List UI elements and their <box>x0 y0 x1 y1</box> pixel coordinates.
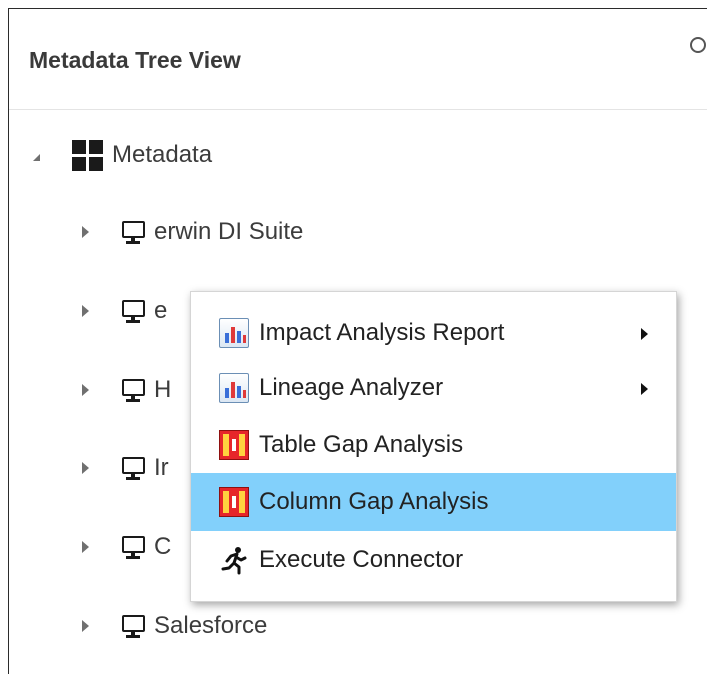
panel-title: Metadata Tree View <box>29 47 241 73</box>
grid-icon <box>72 139 103 171</box>
gap-analysis-icon <box>219 430 249 460</box>
menu-item-impact-analysis-report[interactable]: Impact Analysis Report <box>191 304 676 362</box>
menu-item-label: Impact Analysis Report <box>259 319 505 346</box>
tree-node-item[interactable]: H <box>82 370 171 410</box>
monitor-icon <box>121 455 147 481</box>
tree-node-label: erwin DI Suite <box>154 218 304 245</box>
tree-node-item[interactable]: C <box>82 527 171 567</box>
panel-header: Metadata Tree View <box>9 9 707 110</box>
refresh-icon[interactable] <box>690 37 706 53</box>
expand-arrow-icon[interactable] <box>82 541 89 553</box>
menu-item-label: Lineage Analyzer <box>259 374 444 401</box>
menu-item-execute-connector[interactable]: Execute Connector <box>191 531 676 589</box>
menu-item-table-gap-analysis[interactable]: Table Gap Analysis <box>191 416 676 474</box>
context-menu: Impact Analysis Report Lineage Analyzer … <box>190 291 677 602</box>
menu-item-label: Execute Connector <box>259 546 464 573</box>
run-icon <box>219 545 249 575</box>
tree-node-erwin-di-suite[interactable]: erwin DI Suite <box>82 212 303 252</box>
expand-arrow-icon[interactable] <box>82 620 89 632</box>
tree-node-label: H <box>154 376 172 403</box>
expand-arrow-icon[interactable] <box>82 305 89 317</box>
tree-node-label: C <box>154 533 172 560</box>
tree-node-label: Metadata <box>112 141 213 168</box>
tree-node-item[interactable]: Ir <box>82 448 169 488</box>
collapse-arrow-icon[interactable] <box>33 153 40 161</box>
report-chart-icon <box>219 318 249 348</box>
menu-item-label: Table Gap Analysis <box>259 431 464 458</box>
tree-node-label: Ir <box>154 454 169 481</box>
monitor-icon <box>121 534 147 560</box>
menu-item-lineage-analyzer[interactable]: Lineage Analyzer <box>191 359 676 417</box>
submenu-arrow-icon <box>641 383 648 395</box>
monitor-icon <box>121 613 147 639</box>
monitor-icon <box>121 219 147 245</box>
monitor-icon <box>121 377 147 403</box>
report-chart-icon <box>219 373 249 403</box>
expand-arrow-icon[interactable] <box>82 384 89 396</box>
submenu-arrow-icon <box>641 328 648 340</box>
tree-node-label: e <box>154 297 168 324</box>
tree-node-item[interactable]: e <box>82 291 167 331</box>
tree-node-label: Salesforce <box>154 612 268 639</box>
tree-node-salesforce[interactable]: Salesforce <box>82 606 267 646</box>
menu-item-column-gap-analysis[interactable]: Column Gap Analysis <box>191 473 676 531</box>
menu-item-label: Column Gap Analysis <box>259 488 489 515</box>
monitor-icon <box>121 298 147 324</box>
expand-arrow-icon[interactable] <box>82 226 89 238</box>
tree-node-metadata[interactable]: Metadata <box>33 135 212 175</box>
gap-analysis-icon <box>219 487 249 517</box>
expand-arrow-icon[interactable] <box>82 462 89 474</box>
